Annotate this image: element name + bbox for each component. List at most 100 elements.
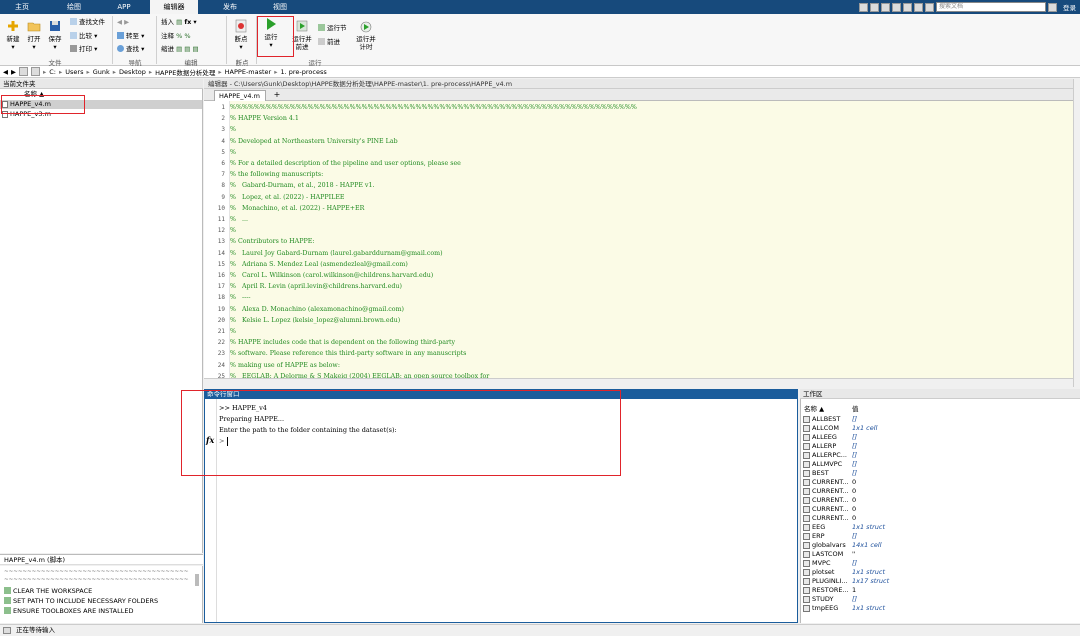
code-line[interactable]: % Alexa D. Monachino (alexamonachino@gma…: [230, 304, 404, 315]
workspace-variable[interactable]: ERP []: [801, 532, 1080, 541]
workspace-variable[interactable]: ALLMVPC []: [801, 460, 1080, 469]
tab-publish[interactable]: 发布: [210, 0, 250, 14]
editor-tab[interactable]: HAPPE_v4.m: [214, 90, 266, 101]
crumb-users[interactable]: Users: [65, 68, 83, 76]
run-section-button[interactable]: 运行节: [318, 24, 347, 32]
workspace-variable[interactable]: globalvars 14x1 cell: [801, 541, 1080, 550]
tab-apps[interactable]: APP: [106, 0, 142, 14]
new-button[interactable]: 新建 ▾: [3, 19, 23, 51]
breakpoints-button[interactable]: 断点 ▾: [230, 19, 252, 51]
code-editor[interactable]: 1 2 3 4 5 6 7 8 9 10 11 12 13 14 15 16 17 18 19 20 21 22 23 24 2…: [204, 101, 1073, 378]
forward-icon[interactable]: ▶: [11, 68, 16, 76]
redo-icon[interactable]: [914, 2, 923, 12]
fx-icon[interactable]: fx: [206, 435, 214, 445]
file-item[interactable]: HAPPE_v3.m: [0, 110, 202, 119]
workspace-variable[interactable]: CURRENT... 0: [801, 514, 1080, 523]
workspace-variable[interactable]: ALLBEST []: [801, 415, 1080, 424]
code-line[interactable]: % Kelsie L. Lopez (kelsie_lopez@alumni.b…: [230, 315, 400, 326]
workspace-variable[interactable]: RESTORE... 1: [801, 586, 1080, 595]
code-line[interactable]: % making use of HAPPE as below:: [230, 360, 340, 371]
workspace-name-header[interactable]: 名称 ▲: [804, 403, 824, 413]
find-files-button[interactable]: 查找文件: [70, 18, 105, 26]
code-line[interactable]: % April R. Levin (april.levin@childrens.…: [230, 281, 402, 292]
code-line[interactable]: %%%%%%%%%%%%%%%%%%%%%%%%%%%%%%%%%%%%%%%%…: [230, 102, 637, 113]
code-line[interactable]: %: [230, 326, 236, 337]
code-line[interactable]: % For a detailed description of the pipe…: [230, 158, 461, 169]
editor-horizontal-scrollbar[interactable]: [204, 378, 1073, 387]
crumb-desktop[interactable]: Desktop: [119, 68, 146, 76]
command-window[interactable]: >> HAPPE_v4 Preparing HAPPE... Enter the…: [204, 399, 798, 623]
compare-button[interactable]: 比较 ▾: [70, 32, 97, 40]
search-input[interactable]: 搜索文档: [936, 2, 1046, 12]
back-icon[interactable]: ◀: [3, 68, 8, 76]
code-line[interactable]: % Monachino, et al. (2022) - HAPPE+ER: [230, 203, 364, 214]
bell-icon[interactable]: [1048, 2, 1057, 12]
code-line[interactable]: % Carol L. Wilkinson (carol.wilkinson@ch…: [230, 270, 433, 281]
text-cursor[interactable]: [227, 437, 228, 446]
workspace-variable[interactable]: ALLERP []: [801, 442, 1080, 451]
workspace-variable[interactable]: BEST []: [801, 469, 1080, 478]
comment-button[interactable]: 注释 % %: [161, 32, 191, 40]
tab-plots[interactable]: 绘图: [56, 0, 92, 14]
paste-icon[interactable]: [892, 2, 901, 12]
workspace-variable[interactable]: CURRENT... 0: [801, 478, 1080, 487]
tab-editor[interactable]: 编辑器: [150, 0, 198, 14]
code-line[interactable]: % ----: [230, 292, 251, 303]
workspace-variable[interactable]: CURRENT... 0: [801, 487, 1080, 496]
code-line[interactable]: %: [230, 147, 236, 158]
code-line[interactable]: % ...: [230, 214, 248, 225]
save-icon[interactable]: [859, 2, 868, 12]
print-button[interactable]: 打印 ▾: [70, 45, 97, 53]
insert-button[interactable]: 插入 ▤ fx ▾: [161, 18, 197, 26]
detail-section[interactable]: CLEAR THE WORKSPACE: [4, 587, 92, 595]
code-area[interactable]: %%%%%%%%%%%%%%%%%%%%%%%%%%%%%%%%%%%%%%%%…: [230, 101, 1064, 378]
workspace-variable[interactable]: ALLCOM 1x1 cell: [801, 424, 1080, 433]
code-line[interactable]: % Laurel Joy Gabard-Durnam (laurel.gabar…: [230, 248, 443, 259]
run-advance-button[interactable]: 运行并前进: [290, 19, 314, 51]
cut-icon[interactable]: [870, 2, 879, 12]
goto-button[interactable]: 转至 ▾: [117, 32, 144, 40]
browse-folder-icon[interactable]: [31, 67, 40, 76]
workspace-variable[interactable]: plotset 1x1 struct: [801, 568, 1080, 577]
details-scrollbar[interactable]: [195, 574, 199, 586]
workspace-variable[interactable]: ALLEEG []: [801, 433, 1080, 442]
code-line[interactable]: % the following manuscripts:: [230, 169, 323, 180]
tab-home[interactable]: 主页: [4, 0, 40, 14]
code-line[interactable]: % Developed at Northeastern University's…: [230, 136, 398, 147]
workspace-variable[interactable]: tmpEEG 1x1 struct: [801, 604, 1080, 613]
workspace-variable[interactable]: LASTCOM '': [801, 550, 1080, 559]
name-column-header[interactable]: 名称 ▲: [0, 90, 202, 99]
crumb-gunk[interactable]: Gunk: [93, 68, 110, 76]
detail-section[interactable]: SET PATH TO INCLUDE NECESSARY FOLDERS: [4, 597, 158, 605]
code-line[interactable]: % HAPPE Version 4.1: [230, 113, 299, 124]
workspace-value-header[interactable]: 值: [852, 403, 859, 413]
code-line[interactable]: % HAPPE includes code that is dependent …: [230, 337, 455, 348]
workspace-variable[interactable]: EEG 1x1 struct: [801, 523, 1080, 532]
workspace-variable[interactable]: CURRENT... 0: [801, 505, 1080, 514]
workspace-variable[interactable]: PLUGINLI... 1x17 struct: [801, 577, 1080, 586]
workspace-variable[interactable]: ALLERPC... []: [801, 451, 1080, 460]
code-line[interactable]: % Lopez, et al. (2022) - HAPPILEE: [230, 192, 345, 203]
find-button[interactable]: 查找 ▾: [117, 45, 144, 53]
crumb-happe-master[interactable]: HAPPE-master: [225, 68, 272, 76]
code-line[interactable]: % EEGLAB: A Delorme & S Makeig (2004) EE…: [230, 371, 489, 378]
code-line[interactable]: % Gabard-Durnam, et al., 2018 - HAPPE v1…: [230, 180, 375, 191]
undo-icon[interactable]: [903, 2, 912, 12]
editor-vertical-scrollbar[interactable]: [1073, 79, 1080, 387]
advance-button[interactable]: 前进: [318, 38, 340, 46]
workspace-variable[interactable]: CURRENT... 0: [801, 496, 1080, 505]
crumb-happe-analysis[interactable]: HAPPE数据分析处理: [155, 67, 215, 77]
up-folder-icon[interactable]: [19, 67, 28, 76]
address-bar[interactable]: ◀ ▶ ▸ C: ▸ Users ▸ Gunk ▸ Desktop ▸ HAPPE数据分析…: [0, 66, 1080, 78]
open-button[interactable]: 打开 ▾: [24, 19, 44, 51]
code-line[interactable]: %: [230, 124, 236, 135]
code-line[interactable]: % software. Please reference this third-…: [230, 348, 466, 359]
code-line[interactable]: % Adriana S. Mendez Leal (asmendezleal@g…: [230, 259, 408, 270]
run-and-time-button[interactable]: 运行并计时: [354, 19, 378, 51]
detail-section[interactable]: ENSURE TOOLBOXES ARE INSTALLED: [4, 607, 133, 615]
workspace-variable[interactable]: STUDY []: [801, 595, 1080, 604]
login-link[interactable]: 登录: [1063, 2, 1076, 12]
save-button[interactable]: 保存 ▾: [45, 19, 65, 51]
indent-button[interactable]: 缩进 ▤ ▤ ▤: [161, 45, 199, 53]
code-line[interactable]: %: [230, 225, 236, 236]
